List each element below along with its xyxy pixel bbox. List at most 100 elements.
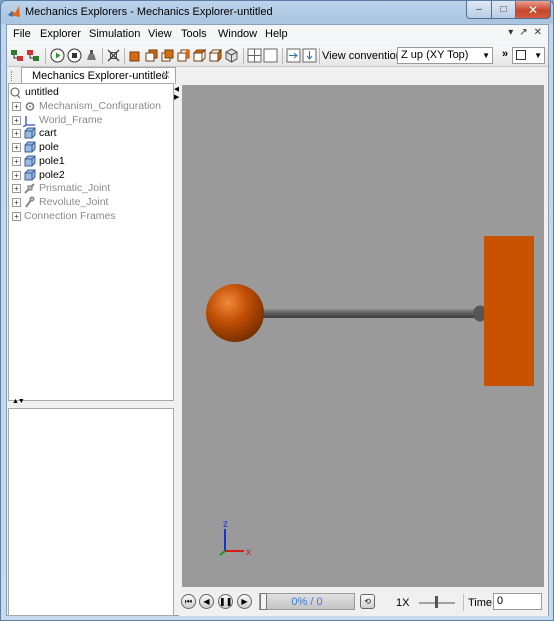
loop-button[interactable]: ⟲ <box>360 594 375 609</box>
expand-icon[interactable]: + <box>12 197 21 207</box>
chevron-down-icon: ▼ <box>482 51 490 60</box>
expand-icon[interactable]: + <box>12 129 21 139</box>
tree-item-cart[interactable]: + cart <box>9 127 173 141</box>
menu-explorer[interactable]: Explorer <box>40 28 81 40</box>
right-view-icon[interactable] <box>176 48 191 63</box>
matlab-logo-icon <box>8 6 20 17</box>
expand-icon[interactable]: + <box>12 102 21 111</box>
tree-view-icon[interactable] <box>10 48 25 63</box>
speed-label: 1X <box>396 597 410 609</box>
stop-icon[interactable] <box>67 48 82 63</box>
cart-body[interactable] <box>484 236 534 386</box>
back-view-icon[interactable] <box>144 48 159 63</box>
dock-menu-icon[interactable]: ▾ <box>508 27 513 38</box>
body-icon <box>23 127 37 140</box>
title-bar[interactable]: Mechanics Explorers - Mechanics Explorer… <box>1 1 553 23</box>
time-input[interactable]: 0 <box>493 593 542 610</box>
menu-simulation[interactable]: Simulation <box>89 28 140 40</box>
menu-help[interactable]: Help <box>265 28 288 40</box>
close-button[interactable]: ✕ <box>515 1 551 19</box>
mdi-close-icon[interactable]: ✕ <box>534 27 542 38</box>
tab-label: Mechanics Explorer-untitled <box>32 70 168 82</box>
speed-slider-thumb[interactable] <box>435 596 438 608</box>
tree-item-label: Connection Frames <box>24 209 116 222</box>
tab-close-icon[interactable]: ✕ <box>161 68 171 82</box>
play-icon[interactable] <box>50 48 65 63</box>
isometric-view-icon[interactable] <box>224 48 239 63</box>
3d-viewport[interactable]: z x <box>182 85 544 587</box>
expand-icon[interactable]: + <box>12 115 21 125</box>
toolbar-separator <box>319 48 320 64</box>
document-tabstrip: Mechanics Explorer-untitled ✕ <box>7 67 548 84</box>
skip-to-start-button[interactable]: ⏮ <box>181 594 196 609</box>
tree-item-world-frame[interactable]: + World_Frame <box>9 114 173 128</box>
pole-mass-ball[interactable] <box>206 284 264 342</box>
tree-item-label: pole2 <box>39 168 65 181</box>
split-horizontal-icon[interactable] <box>286 48 301 63</box>
triad-z-label: z <box>223 519 228 530</box>
front-view-icon[interactable] <box>128 48 143 63</box>
top-view-icon[interactable] <box>192 48 207 63</box>
tree-item-connection-frames[interactable]: + Connection Frames <box>9 210 173 224</box>
expand-icon[interactable]: + <box>12 184 21 194</box>
mdi-controls: ▾ ↗ ✕ <box>508 27 542 38</box>
splitter-arrows-icon: ▲▼ <box>12 398 25 405</box>
expand-icon[interactable]: + <box>12 211 21 221</box>
close-icon: ✕ <box>527 2 539 17</box>
expand-icon[interactable]: + <box>12 143 21 153</box>
menu-view[interactable]: View <box>148 28 172 40</box>
expand-icon[interactable]: + <box>12 156 21 166</box>
menu-file[interactable]: File <box>13 28 31 40</box>
panel-splitter[interactable]: ▲▼ <box>8 398 174 407</box>
tab-mechanics-explorer-untitled[interactable]: Mechanics Explorer-untitled ✕ <box>21 67 176 84</box>
menu-window[interactable]: Window <box>218 28 257 40</box>
toolbar-separator <box>102 48 103 64</box>
tree-item-label: Mechanism_Configuration <box>39 100 161 112</box>
view-convention-select[interactable]: Z up (XY Top) ▼ <box>397 47 493 64</box>
display-mode-select[interactable]: ▼ <box>512 47 545 64</box>
playback-progress[interactable]: 0% / 0 <box>259 593 355 610</box>
skip-start-icon: ⏮ <box>184 597 193 606</box>
tree-item-mechanism-configuration[interactable]: + Mechanism_Configuration <box>9 100 173 114</box>
playbar-separator <box>463 594 464 611</box>
tree-item-label: pole <box>39 141 59 154</box>
loop-icon: ⟲ <box>364 597 371 606</box>
speed-slider[interactable] <box>417 594 457 610</box>
tree-item-label: Prismatic_Joint <box>39 182 111 195</box>
step-back-button[interactable]: ◀ <box>199 594 214 609</box>
expand-icon[interactable]: + <box>12 170 21 180</box>
property-view-icon[interactable] <box>26 48 41 63</box>
tree-item-pole[interactable]: + pole <box>9 141 173 155</box>
tree-item-revolute-joint[interactable]: + Revolute_Joint <box>9 196 173 210</box>
pause-button[interactable]: ❚❚ <box>218 594 233 609</box>
grip-handle[interactable] <box>11 71 13 81</box>
tree-item-pole2[interactable]: + pole2 <box>9 169 173 183</box>
body-icon <box>23 155 37 168</box>
single-view-layout-icon[interactable] <box>263 48 278 63</box>
tree-item-label: World_Frame <box>39 113 103 126</box>
split-vertical-icon[interactable] <box>302 48 317 63</box>
maximize-button[interactable]: □ <box>491 1 516 19</box>
toolbar-separator <box>243 48 244 64</box>
record-icon[interactable] <box>84 48 99 63</box>
step-back-icon: ◀ <box>203 597 210 606</box>
app-window: Mechanics Explorers - Mechanics Explorer… <box>0 0 554 621</box>
fit-to-view-icon[interactable] <box>106 48 121 63</box>
left-view-icon[interactable] <box>160 48 175 63</box>
play-icon: ▶ <box>241 597 248 606</box>
minimize-button[interactable]: ‒ <box>466 1 492 19</box>
menu-tools[interactable]: Tools <box>181 28 207 40</box>
four-view-layout-icon[interactable] <box>247 48 262 63</box>
bottom-view-icon[interactable] <box>208 48 223 63</box>
play-button[interactable]: ▶ <box>237 594 252 609</box>
tree-item-prismatic-joint[interactable]: + Prismatic_Joint <box>9 182 173 196</box>
pause-icon: ❚❚ <box>219 597 233 606</box>
tree-root[interactable]: untitled <box>9 86 173 100</box>
toolbar-overflow-icon[interactable]: » <box>502 48 508 60</box>
undock-icon[interactable]: ↗ <box>519 27 527 38</box>
tree-item-pole1[interactable]: + pole1 <box>9 155 173 169</box>
playback-bar: ⏮ ◀ ❚❚ ▶ 0% / 0 ⟲ 1X Time 0 <box>179 591 548 615</box>
mechanism-root-icon <box>10 87 21 99</box>
client-area: File Explorer Simulation View Tools Wind… <box>6 24 549 616</box>
tree-item-label: Revolute_Joint <box>39 195 109 208</box>
